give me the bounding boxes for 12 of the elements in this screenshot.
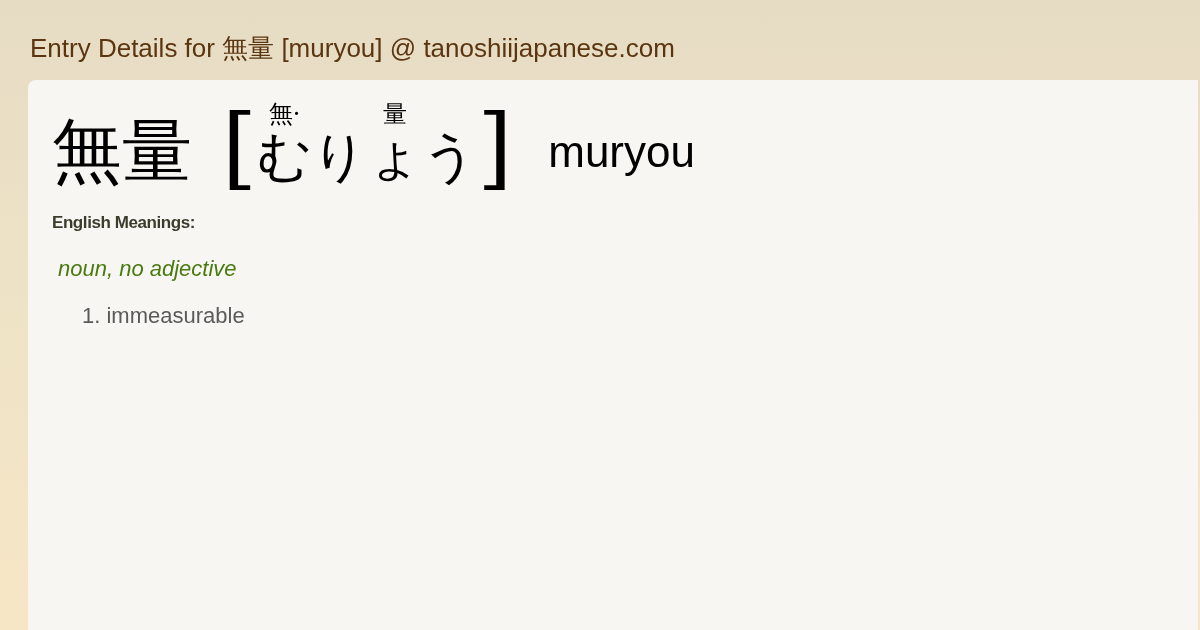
romaji: muryou [548, 130, 695, 174]
bracket: ] [477, 102, 513, 192]
furigana: 無· [268, 102, 301, 126]
meanings-heading: English Meanings: [52, 212, 196, 234]
page-title: Entry Details for 無量 [muryou] @ tanoshiijapanese.com [30, 31, 675, 65]
furigana: 量 [382, 102, 407, 126]
bracket: [ [222, 102, 258, 192]
kana-reading: む [257, 130, 313, 184]
part-of-speech: noun, no adjective [58, 254, 238, 283]
meaning-text: 1. immeasurable [82, 301, 246, 330]
kana-reading: りょう [312, 130, 478, 184]
kanji-word: 無量 [52, 116, 192, 186]
